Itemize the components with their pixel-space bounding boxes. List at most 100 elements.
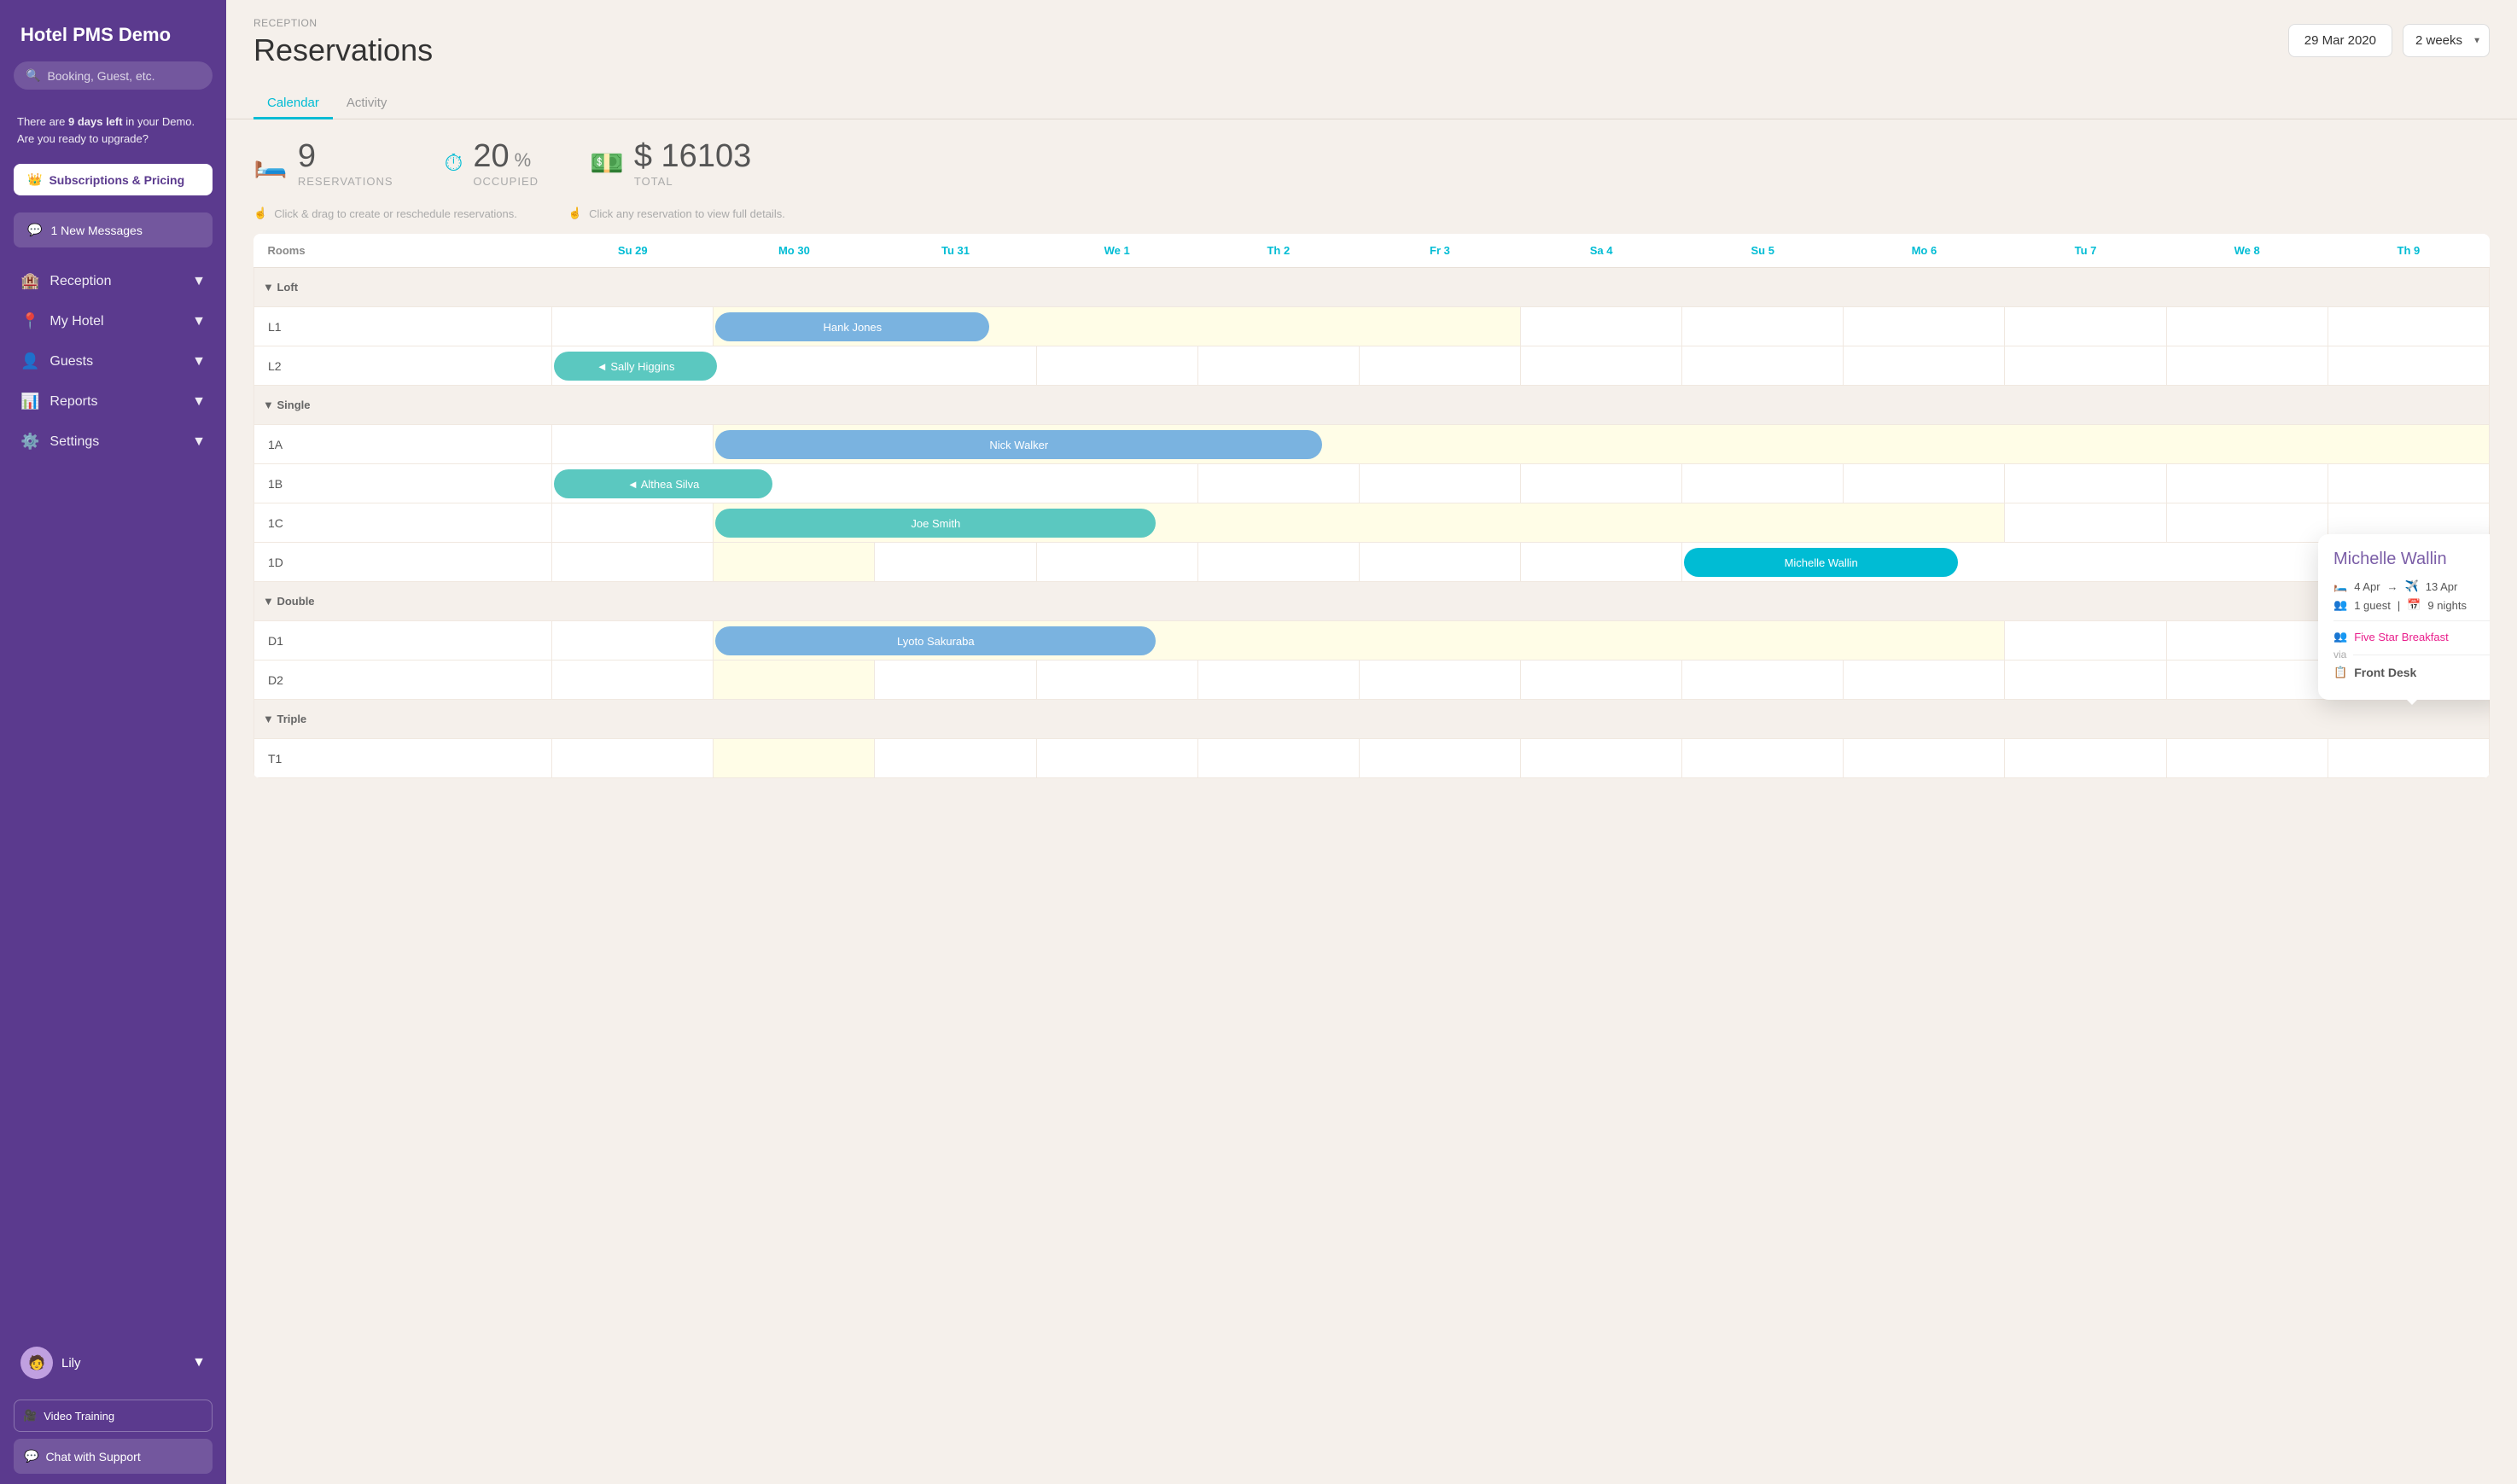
tab-activity[interactable]: Activity [333,89,401,119]
cell-1B-col8[interactable] [1844,464,2005,503]
chat-support-button[interactable]: 💬 Chat with Support [14,1439,213,1474]
sidebar-item-guests[interactable]: 👤 Guests ▼ [0,341,226,381]
user-section[interactable]: 🧑 Lily ▼ [0,1336,226,1389]
cell-T1-col1[interactable] [714,739,875,778]
cell-T1-col6[interactable] [1521,739,1682,778]
cell-L1-col10[interactable] [2166,307,2328,346]
cell-L2-col5[interactable] [1359,346,1520,386]
reservation-bar-lyoto-sakuraba[interactable]: Lyoto Sakuraba [715,626,1156,655]
cell-T1-col4[interactable] [1197,739,1359,778]
messages-button[interactable]: 💬 1 New Messages [14,212,213,247]
sidebar-item-myhotel[interactable]: 📍 My Hotel ▼ [0,301,226,341]
cell-L2-col0[interactable]: ◄ Sally Higgins [552,346,1036,386]
cell-T1-col11[interactable] [2328,739,2489,778]
cell-L1-col9[interactable] [2005,307,2166,346]
cell-T1-col9[interactable] [2005,739,2166,778]
calendar-body: ▼ LoftL1Hank JonesL2◄ Sally Higgins▼ Sin… [254,268,2490,778]
reservation-bar-◄-althea-silva[interactable]: ◄ Althea Silva [554,469,772,498]
reservation-bar-nick-walker[interactable]: Nick Walker [715,430,1322,459]
cell-1C-col0[interactable] [552,503,714,543]
cell-D2-col0[interactable] [552,661,714,700]
cell-T1-col2[interactable] [875,739,1036,778]
col-th9: Th 9 [2328,234,2489,268]
tab-calendar[interactable]: Calendar [253,89,333,119]
cell-1B-col5[interactable] [1359,464,1520,503]
col-th2: Th 2 [1197,234,1359,268]
cell-1B-col6[interactable] [1521,464,1682,503]
calendar-table: Rooms Su 29 Mo 30 Tu 31 We 1 Th 2 Fr 3 S… [253,234,2490,778]
room-row-D1: D1Lyoto Sakuraba [254,621,2490,661]
cell-D1-col10[interactable] [2166,621,2328,661]
cell-D2-col2[interactable] [875,661,1036,700]
cell-1C-col10[interactable] [2166,503,2328,543]
cell-L2-col10[interactable] [2166,346,2328,386]
cell-1D-col6[interactable] [1521,543,1682,582]
cell-L2-col4[interactable] [1197,346,1359,386]
cell-1D-col5[interactable] [1359,543,1520,582]
col-tu7: Tu 7 [2005,234,2166,268]
cell-L1-col0[interactable] [552,307,714,346]
cell-T1-col5[interactable] [1359,739,1520,778]
sidebar-item-reports[interactable]: 📊 Reports ▼ [0,381,226,422]
cell-T1-col7[interactable] [1682,739,1844,778]
cell-L1-col1[interactable]: Hank Jones [714,307,1521,346]
cell-L2-col11[interactable] [2328,346,2489,386]
cell-D1-col9[interactable] [2005,621,2166,661]
message-icon: 💬 [27,223,42,237]
cell-T1-col0[interactable] [552,739,714,778]
cell-1B-col11[interactable] [2328,464,2489,503]
sidebar-item-reception[interactable]: 🏨 Reception ▼ [0,261,226,301]
cell-D2-col4[interactable] [1197,661,1359,700]
cell-D2-col8[interactable] [1844,661,2005,700]
cell-1A-col1[interactable]: Nick Walker [714,425,2490,464]
upgrade-button[interactable]: 👑 Subscriptions & Pricing [14,164,213,195]
cell-D2-col10[interactable] [2166,661,2328,700]
cell-1D-col7[interactable]: Michelle Wallin Michelle Wallin 🛏️ 4 Apr… [1682,543,2490,582]
cell-1A-col0[interactable] [552,425,714,464]
occupied-value: 20 [473,138,509,175]
cell-1D-col2[interactable] [875,543,1036,582]
cell-D2-col3[interactable] [1036,661,1197,700]
cell-1D-col0[interactable] [552,543,714,582]
reservation-bar-joe-smith[interactable]: Joe Smith [715,509,1156,538]
cell-1D-col4[interactable] [1197,543,1359,582]
cell-D2-col9[interactable] [2005,661,2166,700]
cell-L2-col3[interactable] [1036,346,1197,386]
cell-1D-col1[interactable] [714,543,875,582]
cell-T1-col3[interactable] [1036,739,1197,778]
cell-D2-col5[interactable] [1359,661,1520,700]
cell-1B-col4[interactable] [1197,464,1359,503]
col-mo30: Mo 30 [714,234,875,268]
cell-1D-col3[interactable] [1036,543,1197,582]
video-training-button[interactable]: 🎥 Video Training [14,1400,213,1432]
cell-D1-col0[interactable] [552,621,714,661]
cell-D2-col6[interactable] [1521,661,1682,700]
reservation-bar-michelle-wallin[interactable]: Michelle Wallin [1684,548,1958,577]
cell-1C-col1[interactable]: Joe Smith [714,503,2005,543]
search-bar[interactable]: 🔍 Booking, Guest, etc. [14,61,213,90]
cell-D1-col1[interactable]: Lyoto Sakuraba [714,621,2005,661]
cell-L2-col6[interactable] [1521,346,1682,386]
date-picker[interactable]: 29 Mar 2020 [2288,24,2392,57]
calendar-wrap: Rooms Su 29 Mo 30 Tu 31 We 1 Th 2 Fr 3 S… [226,234,2517,1484]
week-select[interactable]: 1 week 2 weeks 3 weeks 4 weeks [2403,24,2490,57]
cell-1B-col10[interactable] [2166,464,2328,503]
cell-L1-col8[interactable] [1844,307,2005,346]
cell-L1-col6[interactable] [1521,307,1682,346]
cell-T1-col10[interactable] [2166,739,2328,778]
cell-1B-col0[interactable]: ◄ Althea Silva [552,464,1198,503]
cell-D2-col1[interactable] [714,661,875,700]
sidebar-item-settings[interactable]: ⚙️ Settings ▼ [0,422,226,462]
reservation-bar-◄-sally-higgins[interactable]: ◄ Sally Higgins [554,352,717,381]
cell-1B-col7[interactable] [1682,464,1844,503]
cell-L1-col11[interactable] [2328,307,2489,346]
cell-L2-col8[interactable] [1844,346,2005,386]
reservation-bar-hank-jones[interactable]: Hank Jones [715,312,989,341]
cell-1C-col9[interactable] [2005,503,2166,543]
cell-1B-col9[interactable] [2005,464,2166,503]
cell-L2-col7[interactable] [1682,346,1844,386]
cell-T1-col8[interactable] [1844,739,2005,778]
cell-D2-col7[interactable] [1682,661,1844,700]
cell-L2-col9[interactable] [2005,346,2166,386]
cell-L1-col7[interactable] [1682,307,1844,346]
